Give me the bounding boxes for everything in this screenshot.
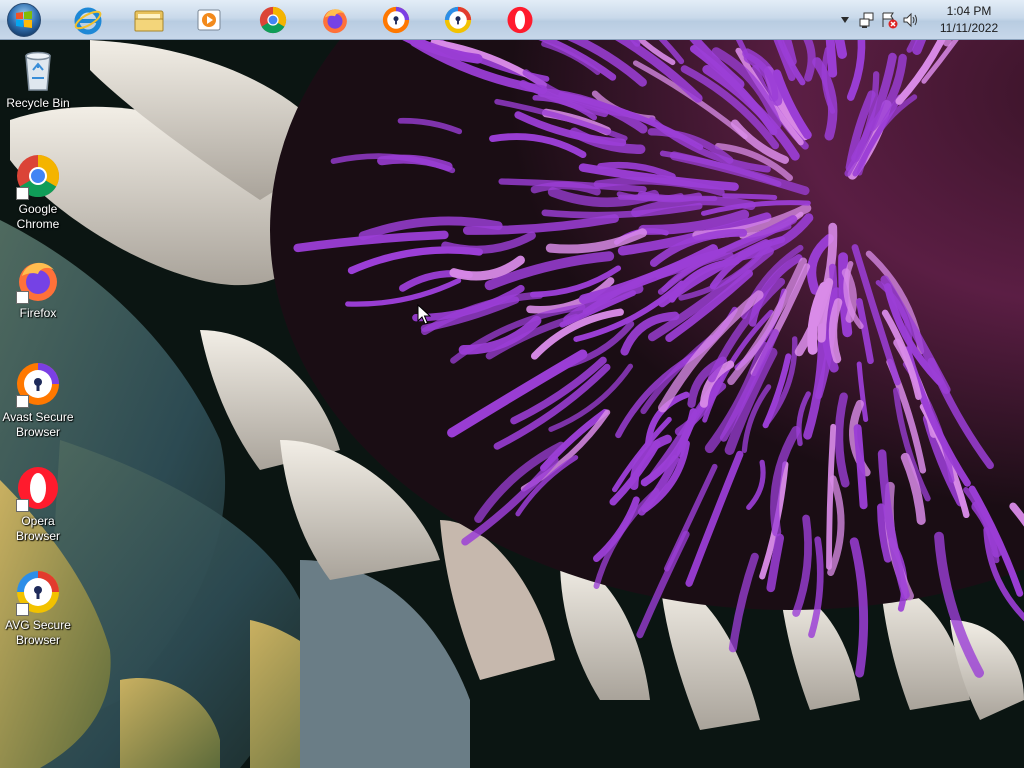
firefox-icon [323,9,347,34]
desktop-icon-label: Avast Secure Browser [2,410,74,439]
system-tray: 1:04 PM 11/11/2022 [834,0,1024,40]
clock-time: 1:04 PM [946,4,992,18]
taskbar-internet-explorer-button[interactable] [60,2,116,38]
chrome-icon [259,6,287,34]
recycle-bin-icon [14,46,62,94]
taskbar: 1:04 PM 11/11/2022 [0,0,1024,40]
avast-secure-browser-icon [382,6,410,34]
network-icon[interactable] [858,11,876,29]
mouse-cursor-icon [417,304,431,325]
taskbar-avast-secure-browser-button[interactable] [368,2,424,38]
taskbar-chrome-button[interactable] [245,2,301,38]
firefox-icon [14,256,62,304]
taskbar-avg-secure-browser-button[interactable] [430,2,486,38]
shortcut-arrow-icon [16,603,29,616]
desktop-icon-label: Firefox [19,306,57,320]
flag-error-icon[interactable] [880,11,898,29]
opera-icon [14,464,62,512]
desktop-icon-label: AVG Secure Browser [5,618,71,647]
desktop-icon-label: Recycle Bin [6,96,70,110]
desktop-icon-recycle-bin[interactable]: Recycle Bin [2,46,74,111]
windows-logo-icon [7,3,41,37]
folder-icon [134,10,164,32]
start-button[interactable] [4,1,44,39]
shortcut-arrow-icon [16,395,29,408]
show-hidden-icons-arrow-icon[interactable] [836,11,854,29]
volume-icon[interactable] [902,11,920,29]
internet-explorer-icon [74,7,102,35]
opera-icon [507,6,533,34]
chrome-icon [14,152,62,200]
shortcut-arrow-icon [16,499,29,512]
taskbar-opera-button[interactable] [492,2,548,38]
wallpaper-floret [637,191,703,203]
desktop-wallpaper [0,0,1024,768]
desktop-icon-label: Google Chrome [16,202,60,231]
desktop-icon-opera-browser[interactable]: Opera Browser [2,464,74,544]
desktop-icon-label: Opera Browser [15,514,60,543]
clock-date: 11/11/2022 [939,21,999,35]
avg-secure-browser-icon [444,6,472,34]
taskbar-firefox-button[interactable] [307,2,363,38]
desktop-icon-avast-secure-browser[interactable]: Avast Secure Browser [2,360,74,440]
taskbar-clock[interactable]: 1:04 PM 11/11/2022 [934,3,1004,37]
shortcut-arrow-icon [16,291,29,304]
shortcut-arrow-icon [16,187,29,200]
taskbar-media-player-button[interactable] [182,2,238,38]
media-player-icon [197,9,221,31]
avast-secure-browser-icon [14,360,62,408]
taskbar-file-explorer-button[interactable] [121,2,177,38]
desktop-icon-avg-secure-browser[interactable]: AVG Secure Browser [2,568,74,648]
desktop-icon-firefox[interactable]: Firefox [2,256,74,321]
desktop-icon-google-chrome[interactable]: Google Chrome [2,152,74,232]
avg-secure-browser-icon [14,568,62,616]
wallpaper-floret [722,193,778,200]
